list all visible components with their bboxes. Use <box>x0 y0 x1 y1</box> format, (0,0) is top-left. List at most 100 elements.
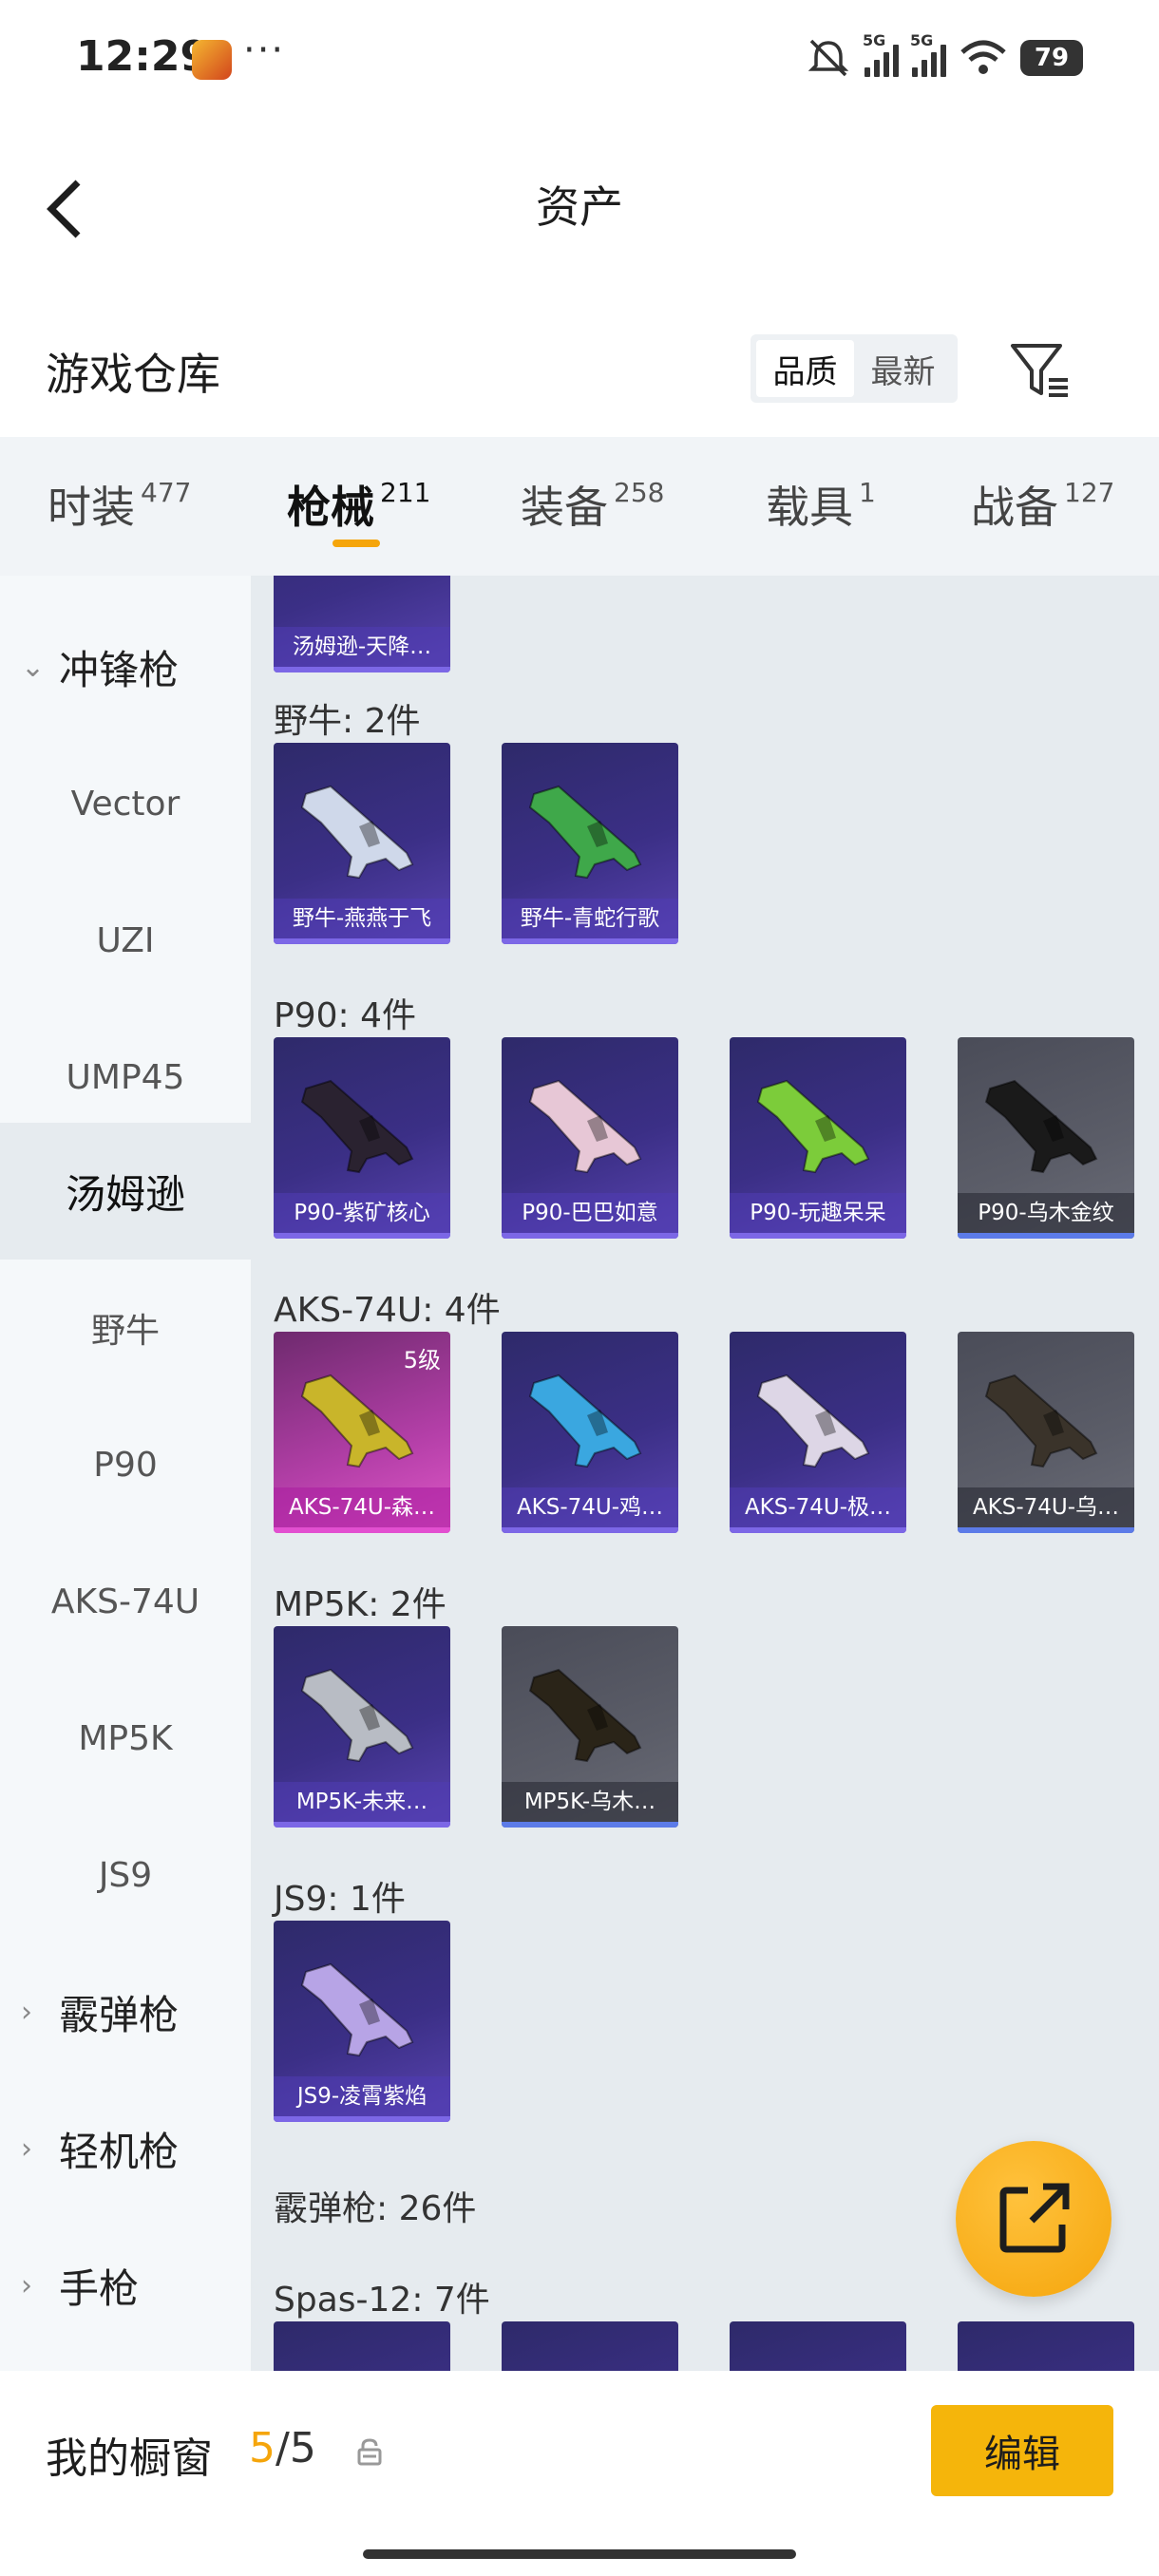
rarity-stripe <box>958 1527 1134 1533</box>
weapon-skin-list: 汤姆逊-天降… 野牛: 2件 野牛-燕燕于飞 野牛-青蛇行歌 P90: 4件 P90-紫… <box>251 576 1159 2371</box>
showcase-label: 我的橱窗 <box>46 2434 213 2483</box>
weapon-skin-icon <box>300 1079 414 1174</box>
page-title: 资产 <box>536 181 623 233</box>
group-title-spas12: Spas-12: 7件 <box>274 2281 490 2320</box>
weapon-card[interactable]: AKS-74U-极… <box>730 1332 906 1533</box>
rarity-stripe <box>274 1822 450 1828</box>
battery-icon: 79 <box>1020 40 1083 76</box>
status-icons: 5G 5G 79 <box>806 31 1083 82</box>
share-icon <box>999 2183 1070 2253</box>
tab-equipment[interactable]: 装备 258 <box>521 473 664 536</box>
status-bar: 12:29 ··· 5G 5G 79 <box>0 0 1159 114</box>
chevron-right-icon: › <box>21 2268 32 2302</box>
weapon-card-name: AKS-74U-乌… <box>958 1487 1134 1527</box>
rarity-stripe <box>274 938 450 944</box>
chevron-right-icon: › <box>21 1995 32 2029</box>
section-title: 游戏仓库 <box>46 349 220 400</box>
weapon-card[interactable]: 5级 AKS-74U-森… <box>274 1332 450 1533</box>
weapon-card[interactable]: 野牛-青蛇行歌 <box>502 743 678 944</box>
weapon-card-name: 野牛-燕燕于飞 <box>274 899 450 938</box>
sidebar-item-p90[interactable]: P90 <box>0 1396 251 1533</box>
sidebar-group-smg[interactable]: ⌄ 冲锋枪 <box>0 598 251 735</box>
weapon-card[interactable]: AKS-74U-乌… <box>958 1332 1134 1533</box>
sidebar-group-shotgun[interactable]: › 霰弹枪 <box>0 1943 251 2080</box>
weapon-card[interactable] <box>274 2321 450 2371</box>
section-header: 游戏仓库 品质 最新 <box>0 313 1159 427</box>
mute-icon <box>808 39 849 77</box>
weapon-card[interactable]: P90-巴巴如意 <box>502 1037 678 1239</box>
weapon-card[interactable] <box>502 2321 678 2371</box>
weapon-card-name: AKS-74U-森… <box>274 1487 450 1527</box>
weapon-card[interactable]: AKS-74U-鸡… <box>502 1332 678 1533</box>
weapon-category-sidebar: ⌄ 冲锋枪 Vector UZI UMP45 汤姆逊 野牛 P90 AKS-74… <box>0 576 251 2371</box>
sidebar-item-uzi[interactable]: UZI <box>0 872 251 1009</box>
group-title: JS9: 1件 <box>274 1880 406 1919</box>
sort-toggle: 品质 最新 <box>750 334 958 403</box>
weapon-card[interactable] <box>730 2321 906 2371</box>
sidebar-item-js9[interactable]: JS9 <box>0 1807 251 1943</box>
weapon-skin-icon <box>300 785 414 880</box>
weapon-card[interactable]: P90-紫矿核心 <box>274 1037 450 1239</box>
rarity-stripe <box>502 1233 678 1239</box>
weapon-skin-icon <box>300 1668 414 1763</box>
rarity-stripe <box>502 1822 678 1828</box>
weapon-skin-icon <box>528 1668 642 1763</box>
home-indicator <box>363 2549 796 2559</box>
weapon-card[interactable]: 野牛-燕燕于飞 <box>274 743 450 944</box>
tab-gear[interactable]: 战备 127 <box>971 473 1114 536</box>
group-title: P90: 4件 <box>274 996 416 1035</box>
share-button[interactable] <box>956 2141 1112 2297</box>
sort-quality-button[interactable]: 品质 <box>756 340 854 397</box>
weapon-card[interactable]: P90-乌木金纹 <box>958 1037 1134 1239</box>
app-notification-icon <box>192 40 232 80</box>
weapon-card-name: 野牛-青蛇行歌 <box>502 899 678 938</box>
weapon-card-name: JS9-凌霄紫焰 <box>274 2076 450 2116</box>
weapon-skin-icon <box>528 1373 642 1468</box>
tab-guns[interactable]: 枪械 211 <box>287 473 430 536</box>
chevron-down-icon: ⌄ <box>21 650 46 684</box>
category-tabs: 时装 477 枪械 211 装备 258 载具 1 战备 127 <box>0 437 1159 576</box>
sidebar-item-mp5k[interactable]: MP5K <box>0 1670 251 1807</box>
showcase-count: 5/5 <box>249 2424 316 2472</box>
rarity-stripe <box>274 1527 450 1533</box>
weapon-skin-icon <box>984 1079 1098 1174</box>
weapon-card[interactable]: JS9-凌霄紫焰 <box>274 1921 450 2122</box>
sidebar-group-lmg[interactable]: › 轻机枪 <box>0 2080 251 2217</box>
rarity-stripe <box>274 1233 450 1239</box>
weapon-card-name: P90-紫矿核心 <box>274 1193 450 1233</box>
rarity-stripe <box>730 1233 906 1239</box>
rarity-stripe <box>730 1527 906 1533</box>
weapon-skin-icon <box>300 1962 414 2057</box>
weapon-card[interactable] <box>958 2321 1134 2371</box>
more-notifications-icon: ··· <box>243 28 286 72</box>
weapon-card[interactable]: 汤姆逊-天降… <box>274 576 450 672</box>
weapon-skin-icon <box>756 1079 870 1174</box>
rarity-stripe <box>502 938 678 944</box>
level-badge: 5级 <box>403 1347 441 1373</box>
signal-5g-icon-2: 5G <box>910 31 946 77</box>
sort-newest-button[interactable]: 最新 <box>854 340 952 397</box>
sidebar-item-thompson[interactable]: 汤姆逊 <box>0 1123 251 1260</box>
weapon-card-name: P90-巴巴如意 <box>502 1193 678 1233</box>
tab-fashion[interactable]: 时装 477 <box>48 473 191 536</box>
weapon-skin-icon <box>528 785 642 880</box>
showcase-bar: 我的橱窗 5/5 编辑 <box>0 2371 1159 2576</box>
tab-vehicles[interactable]: 载具 1 <box>766 473 876 536</box>
edit-button[interactable]: 编辑 <box>931 2405 1113 2496</box>
weapon-skin-icon <box>756 1373 870 1468</box>
sidebar-item-aks74u[interactable]: AKS-74U <box>0 1533 251 1670</box>
sidebar-item-bizon[interactable]: 野牛 <box>0 1260 251 1396</box>
group-title: 野牛: 2件 <box>274 702 421 741</box>
weapon-card[interactable]: P90-玩趣呆呆 <box>730 1037 906 1239</box>
weapon-card-name: MP5K-未来… <box>274 1782 450 1822</box>
chevron-right-icon: › <box>21 2131 32 2166</box>
filter-icon[interactable] <box>1007 338 1074 405</box>
lock-icon <box>357 2438 382 2466</box>
sidebar-item-vector[interactable]: Vector <box>0 735 251 872</box>
rarity-stripe <box>274 2116 450 2122</box>
weapon-card[interactable]: MP5K-乌木… <box>502 1626 678 1828</box>
weapon-card[interactable]: MP5K-未来… <box>274 1626 450 1828</box>
weapon-card-name: P90-乌木金纹 <box>958 1193 1134 1233</box>
sidebar-group-pistol[interactable]: › 手枪 <box>0 2217 251 2354</box>
group-title-shotgun: 霰弹枪: 26件 <box>274 2189 477 2228</box>
